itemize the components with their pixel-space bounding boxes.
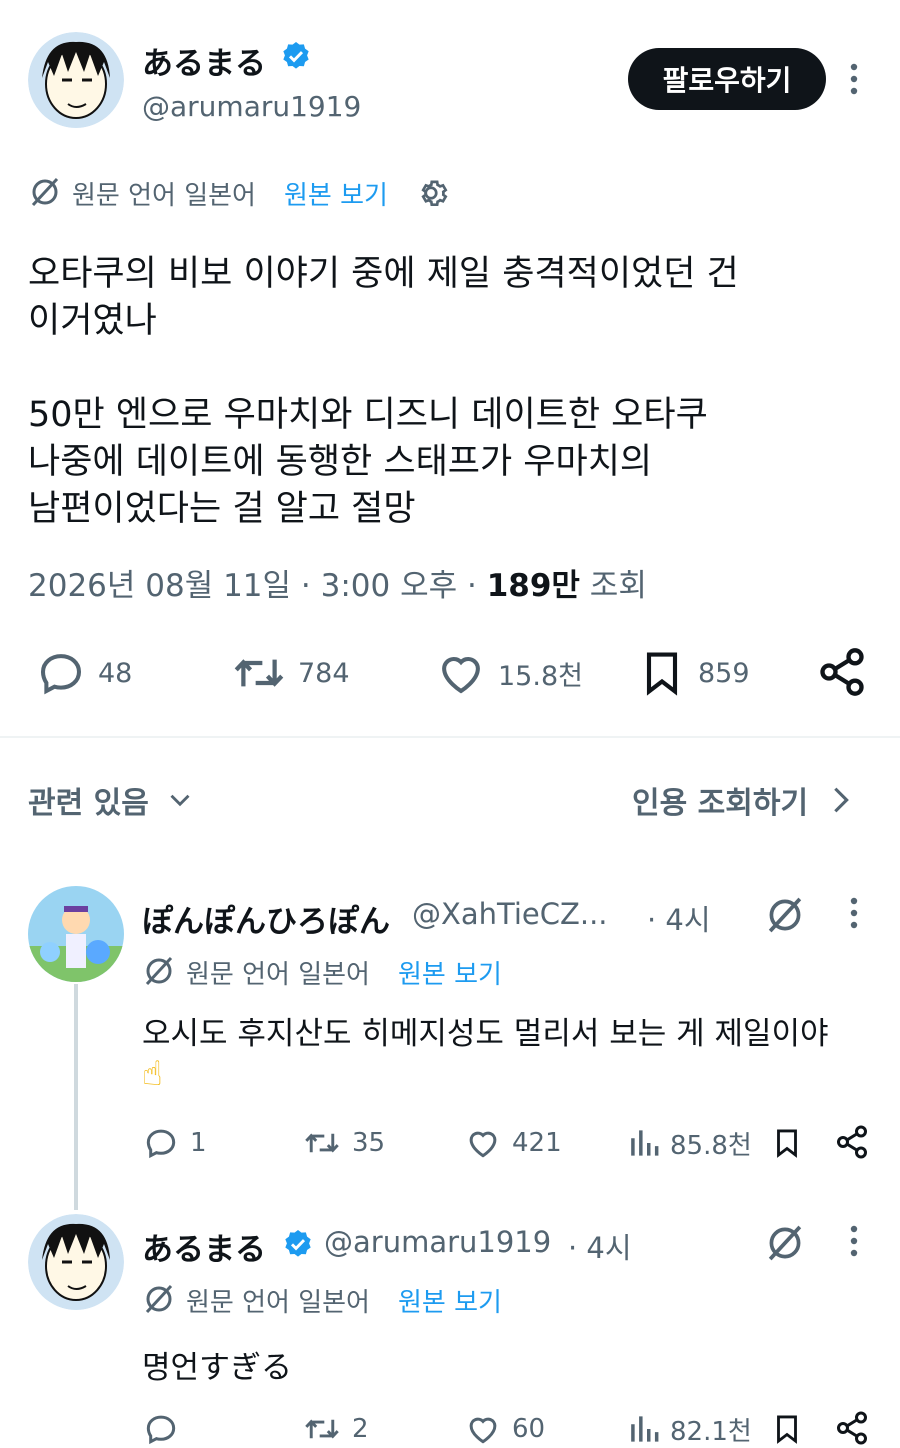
views-count: 189만 xyxy=(486,568,580,604)
repost-icon xyxy=(302,1410,342,1448)
reply-avatar[interactable] xyxy=(28,1214,124,1310)
view-quotes-link[interactable]: 인용 조회하기 xyxy=(632,778,852,822)
repost-icon xyxy=(302,1124,342,1162)
reply-text: 명언すぎる xyxy=(142,1350,293,1386)
show-original-link[interactable]: 원본 보기 xyxy=(398,954,502,991)
repost-button[interactable]: 784 xyxy=(230,646,350,700)
translate-icon xyxy=(142,954,176,988)
reply-icon xyxy=(142,1124,180,1162)
analytics-icon xyxy=(628,1124,660,1162)
reply-time[interactable]: · 4시 xyxy=(647,897,711,939)
divider xyxy=(0,736,900,738)
translate-icon[interactable] xyxy=(764,894,806,936)
repost-count: 784 xyxy=(298,657,350,689)
share-icon[interactable] xyxy=(834,1410,870,1446)
like-count: 60 xyxy=(512,1414,546,1444)
like-button[interactable]: 15.8천 xyxy=(434,646,583,700)
heart-icon xyxy=(434,646,488,700)
thread-line xyxy=(74,984,78,1210)
share-icon[interactable] xyxy=(816,646,868,698)
translate-icon xyxy=(28,175,62,209)
reply-count: 1 xyxy=(190,1128,207,1158)
repost-button[interactable]: 2 xyxy=(302,1410,369,1448)
gear-icon[interactable] xyxy=(413,175,449,211)
translation-source: 원문 언어 일본어 xyxy=(186,1288,370,1318)
related-filter[interactable]: 관련 있음 xyxy=(28,778,197,822)
translate-icon xyxy=(142,1282,176,1316)
share-icon[interactable] xyxy=(834,1124,870,1160)
repost-button[interactable]: 35 xyxy=(302,1124,385,1162)
chevron-down-icon xyxy=(163,783,197,817)
translation-source: 원문 언어 일본어 xyxy=(186,960,370,990)
post-text-line: 남편이었다는 걸 알고 절망 xyxy=(28,489,416,529)
repost-icon xyxy=(230,646,288,700)
chevron-right-icon xyxy=(830,783,852,817)
bookmark-button[interactable]: 859 xyxy=(636,646,750,700)
bookmark-count: 859 xyxy=(698,657,750,689)
reply-time[interactable]: · 4시 xyxy=(568,1225,632,1267)
post-text-line: 50만 엔으로 우마치와 디즈니 데이트한 오타쿠 xyxy=(28,395,708,435)
translation-source: 원문 언어 일본어 xyxy=(72,181,256,211)
views-label: 조회 xyxy=(589,568,647,604)
translate-icon[interactable] xyxy=(764,1222,806,1264)
bookmark-icon xyxy=(636,646,688,700)
reply-author-handle[interactable]: @arumaru1919 xyxy=(324,1225,551,1259)
reply-avatar[interactable] xyxy=(28,886,124,982)
post-text-line: 나중에 데이트에 동행한 스태프가 우마치의 xyxy=(28,442,653,482)
heart-icon xyxy=(464,1124,502,1162)
bookmark-icon[interactable] xyxy=(770,1124,804,1162)
verified-badge-icon xyxy=(280,40,312,72)
more-options-icon[interactable] xyxy=(844,896,864,930)
reply-author-name[interactable]: ぽんぽんひろぽん xyxy=(142,896,390,941)
author-handle[interactable]: @arumaru1919 xyxy=(142,90,361,123)
views-button[interactable]: 85.8천 xyxy=(628,1124,752,1162)
reply-button[interactable]: 48 xyxy=(34,646,132,700)
heart-icon xyxy=(464,1410,502,1448)
reply-button[interactable]: 1 xyxy=(142,1124,207,1162)
repost-count: 2 xyxy=(352,1414,369,1444)
show-original-link[interactable]: 원본 보기 xyxy=(284,175,388,212)
analytics-icon xyxy=(628,1410,660,1448)
post-text-line: 오타쿠의 비보 이야기 중에 제일 충격적이었던 건 xyxy=(28,254,739,294)
like-count: 15.8천 xyxy=(498,660,583,692)
like-count: 421 xyxy=(512,1128,562,1158)
reply-icon xyxy=(34,646,88,700)
reply-button[interactable] xyxy=(142,1410,190,1448)
like-button[interactable]: 421 xyxy=(464,1124,562,1162)
author-avatar[interactable] xyxy=(28,32,124,128)
author-name[interactable]: あるまる xyxy=(142,38,266,83)
reply-author-name[interactable]: あるまる xyxy=(142,1224,266,1269)
post-meta: 2026년 08월 11일 · 3:00 오후 · 189만 조회 xyxy=(28,560,647,605)
post-text-line: 이거였나 xyxy=(28,301,157,341)
related-label: 관련 있음 xyxy=(28,786,149,821)
post-timestamp[interactable]: 2026년 08월 11일 · 3:00 오후 · xyxy=(28,568,477,604)
reply-icon xyxy=(142,1410,180,1448)
reply-text: 오시도 후지산도 히메지성도 멀리서 보는 게 제일이야 xyxy=(142,1016,829,1052)
show-original-link[interactable]: 원본 보기 xyxy=(398,1282,502,1319)
views-count: 85.8천 xyxy=(670,1130,752,1161)
verified-badge-icon xyxy=(282,1228,314,1260)
more-options-icon[interactable] xyxy=(844,62,864,96)
follow-button[interactable]: 팔로우하기 xyxy=(628,48,826,110)
views-button[interactable]: 82.1천 xyxy=(628,1410,752,1448)
like-button[interactable]: 60 xyxy=(464,1410,545,1448)
views-count: 82.1천 xyxy=(670,1416,752,1447)
bookmark-icon[interactable] xyxy=(770,1410,804,1448)
repost-count: 35 xyxy=(352,1128,386,1158)
more-options-icon[interactable] xyxy=(844,1224,864,1258)
reply-author-handle[interactable]: @XahTieCZ... xyxy=(412,897,608,931)
view-quotes-label: 인용 조회하기 xyxy=(632,786,809,821)
pointing-up-emoji: ☝ xyxy=(142,1054,163,1094)
reply-count: 48 xyxy=(98,657,133,689)
